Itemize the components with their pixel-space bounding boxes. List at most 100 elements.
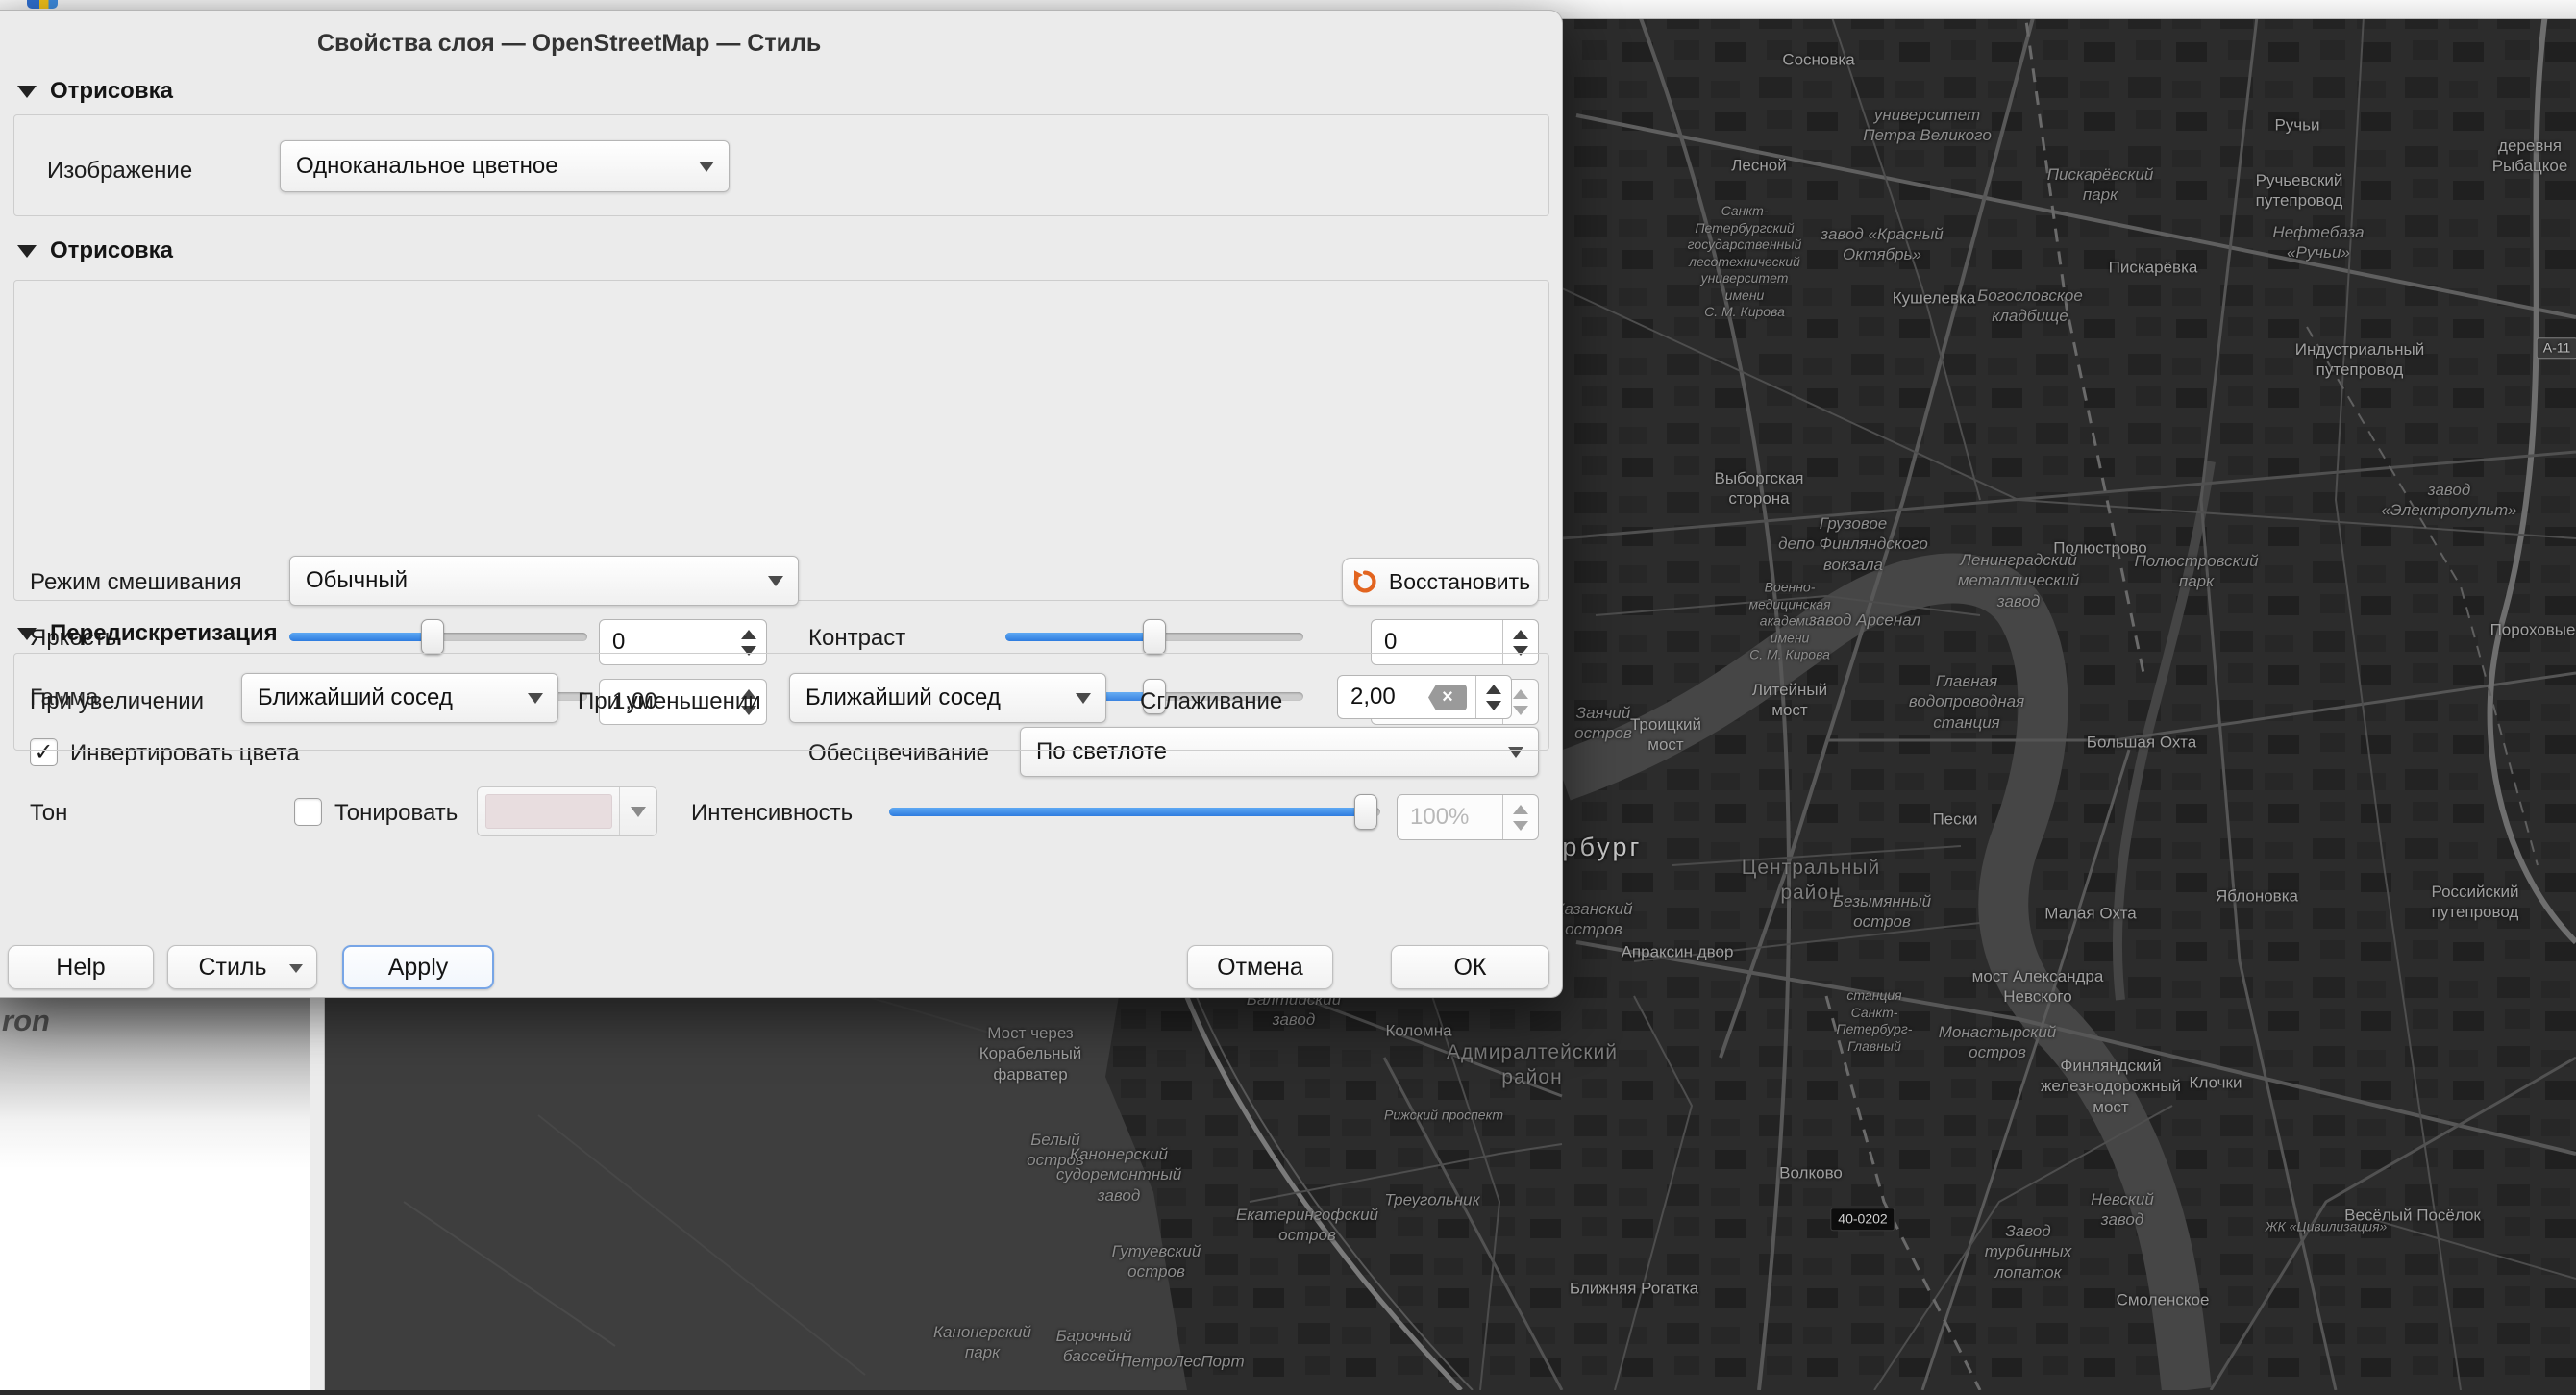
map-label: Канонерский судоремонтный завод — [1056, 1144, 1181, 1206]
layer-properties-dialog: Свойства слоя — OpenStreetMap — Стиль От… — [0, 10, 1563, 998]
map-label: А-11 — [2537, 337, 2576, 359]
clear-value-icon[interactable]: × — [1428, 685, 1467, 710]
map-label: Финляндский железнодорожный мост — [2041, 1056, 2181, 1117]
group-image: Изображение Одноканальное цветное — [13, 114, 1549, 216]
brightness-slider[interactable] — [289, 617, 587, 656]
map-label: завод «Красный Октябрь» — [1821, 224, 1943, 265]
colorize-label[interactable]: Тонировать — [334, 800, 458, 827]
spin-up-icon[interactable] — [1486, 685, 1501, 694]
chevron-down-icon — [289, 964, 303, 973]
map-label: Ручьи — [2274, 114, 2319, 135]
map-label: Пискарёвка — [2109, 257, 2198, 277]
slider-handle[interactable] — [1354, 794, 1377, 830]
map-label: Выборгская сторона — [1714, 468, 1803, 510]
map-label: Канонерский парк — [933, 1322, 1031, 1363]
map-label: деревня Рыбацкое — [2492, 136, 2568, 177]
contrast-label: Контраст — [808, 625, 905, 652]
map-label: Клочки — [2190, 1072, 2242, 1092]
slider-handle[interactable] — [1143, 619, 1166, 655]
colorize-checkbox[interactable] — [294, 798, 322, 826]
reset-button[interactable]: Восстановить — [1342, 558, 1539, 606]
map-label: Безымянный остров — [1833, 891, 1931, 933]
app-icon — [27, 0, 58, 9]
map-label: Литейный мост — [1752, 680, 1827, 721]
image-label: Изображение — [47, 158, 192, 185]
map-label: Волково — [1779, 1162, 1843, 1183]
image-combobox[interactable]: Одноканальное цветное — [280, 140, 730, 192]
map-label: ПетроЛесПорт — [1120, 1351, 1244, 1371]
strength-slider[interactable] — [889, 792, 1380, 831]
chevron-down-icon — [699, 162, 714, 172]
map-label: Треугольник — [1384, 1189, 1479, 1209]
group-resampling: При увеличении Ближайший сосед При умень… — [13, 653, 1549, 751]
chevron-down-icon — [528, 693, 543, 704]
map-label: завод Арсенал — [1809, 610, 1920, 630]
slider-handle[interactable] — [421, 619, 444, 655]
map-label: Сосновка — [1782, 49, 1854, 69]
section-rendering-1[interactable]: Отрисовка — [17, 78, 173, 105]
spin-down-icon — [1513, 821, 1528, 831]
map-label: Богословское кладбище — [1977, 286, 2083, 327]
map-label: Ленинградский металлический завод — [1958, 550, 2079, 611]
collapse-triangle-icon — [17, 86, 37, 98]
map-label: Санкт- Петербургский государственный лес… — [1688, 203, 1802, 321]
map-label: Мост через Корабельный фарватер — [979, 1023, 1082, 1084]
blend-mode-label: Режим смешивания — [30, 569, 242, 596]
cancel-button[interactable]: Отмена — [1187, 945, 1333, 989]
map-label: Смоленское — [2117, 1289, 2210, 1309]
map-label: Ближняя Рогатка — [1570, 1278, 1698, 1298]
map-label: Нефтебаза «Ручьи» — [2272, 222, 2364, 263]
style-menu-button[interactable]: Стиль — [167, 945, 317, 989]
spin-up-icon[interactable] — [1513, 630, 1528, 639]
map-label: Казанский остров — [1554, 899, 1632, 940]
map-label: Коломна — [1385, 1020, 1451, 1040]
map-label: Невский завод — [2091, 1189, 2154, 1231]
contrast-slider[interactable] — [1005, 617, 1303, 656]
map-label: станция Санкт- Петербург- Главный — [1837, 987, 1913, 1055]
zoomed-out-combobox[interactable]: Ближайший сосед — [789, 673, 1106, 723]
collapse-triangle-icon — [17, 245, 37, 258]
group-color-rendering: Режим смешивания Обычный Восстановить Яр… — [13, 280, 1549, 601]
section-rendering-2[interactable]: Отрисовка — [17, 237, 173, 264]
undo-arrow-icon — [1350, 567, 1379, 596]
map-label: Индустриальный путепровод — [2295, 339, 2424, 381]
map-label: Завод турбинных лопаток — [1985, 1221, 2071, 1283]
colorize-color-button — [477, 786, 657, 836]
map-label: Большая Охта — [2087, 732, 2196, 752]
section-resampling[interactable]: Передискретизация — [17, 620, 278, 647]
map-label: Пороховые — [2490, 619, 2576, 639]
map-label: Главная водопроводная станция — [1909, 671, 2024, 733]
map-label: университет Петра Великого — [1863, 105, 1992, 146]
map-label: Апраксин двор — [1622, 941, 1734, 961]
map-label: Заячий остров — [1574, 703, 1632, 744]
map-label: Лесной — [1731, 155, 1786, 175]
map-label: Малая Охта — [2044, 903, 2137, 923]
help-button[interactable]: Help — [8, 945, 154, 989]
background-window[interactable] — [0, 996, 310, 1390]
chevron-down-icon — [1076, 693, 1091, 704]
oversampling-spinbox[interactable]: 2,00 × — [1337, 675, 1512, 719]
apply-button[interactable]: Apply — [342, 945, 494, 989]
ok-button[interactable]: ОК — [1391, 945, 1549, 989]
collapse-triangle-icon — [17, 628, 37, 640]
map-label: Рижский проспект — [1384, 1107, 1503, 1124]
zoomed-in-label: При увеличении — [30, 688, 204, 715]
map-label: Полюстровский парк — [2134, 551, 2258, 592]
map-label: Пески — [1932, 809, 1977, 829]
zoomed-in-combobox[interactable]: Ближайший сосед — [241, 673, 558, 723]
map-label: Троицкий мост — [1630, 714, 1701, 756]
spin-down-icon[interactable] — [1486, 701, 1501, 710]
oversampling-label: Сглаживание — [1140, 688, 1282, 715]
dialog-title: Свойства слоя — OpenStreetMap — Стиль — [317, 30, 821, 58]
map-label: Гутуевский остров — [1112, 1241, 1201, 1283]
spin-up-icon — [1513, 805, 1528, 814]
map-label: Екатерингофский остров — [1236, 1205, 1378, 1246]
map-label: Кушелевка — [1893, 287, 1976, 308]
map-label: Пискарёвский парк — [2047, 164, 2154, 206]
map-label: Ручьевский путепровод — [2256, 170, 2343, 212]
strength-label: Интенсивность — [691, 800, 853, 827]
blend-mode-combobox[interactable]: Обычный — [289, 556, 799, 606]
chevron-down-icon — [631, 807, 646, 817]
spin-up-icon[interactable] — [741, 630, 756, 639]
panel-divider[interactable] — [310, 996, 325, 1390]
